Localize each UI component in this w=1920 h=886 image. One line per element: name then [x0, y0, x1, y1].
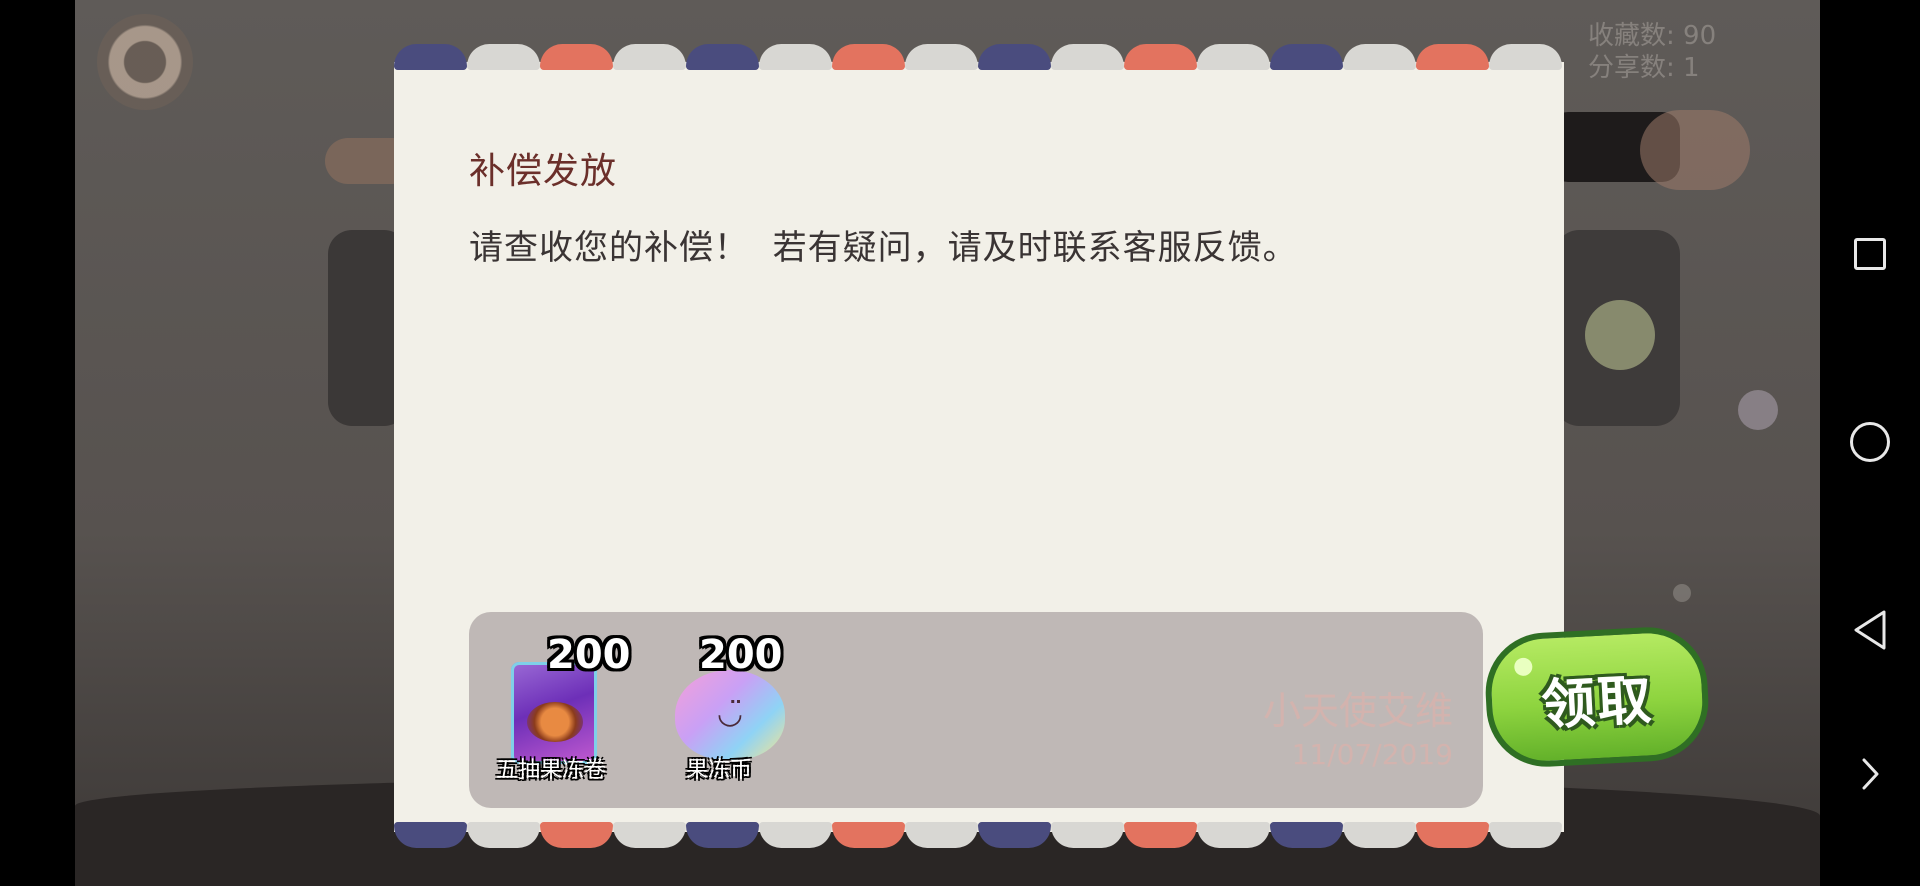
chat-bubble-icon — [1585, 300, 1655, 370]
reward-count: 200 — [547, 632, 631, 678]
back-button-blurred — [97, 14, 193, 110]
reward-name: 五抽果冻卷 — [495, 758, 606, 783]
android-nav-bar — [1820, 0, 1920, 886]
decor-dot — [1673, 584, 1691, 602]
mail-body: 请查收您的补偿！ 若有疑问，请及时联系客服反馈。 — [469, 228, 1298, 268]
attachments-panel: 200 五抽果冻卷 ◡̈ 200 果冻币 小天使艾维 11/07/2019 — [469, 612, 1483, 808]
background-tag — [1640, 110, 1750, 190]
reward-item-jelly-tickets[interactable]: 200 五抽果冻卷 — [481, 632, 631, 802]
claim-button[interactable]: 领取 — [1482, 624, 1712, 770]
profile-stats-blurred: 收藏数: 90 分享数: 1 — [1588, 20, 1716, 84]
mail-title: 补偿发放 — [469, 151, 618, 192]
mail-date: 11/07/2019 — [1291, 738, 1453, 771]
home-circle-icon[interactable] — [1820, 402, 1920, 482]
scallop-border-bottom — [394, 822, 1564, 848]
reward-name: 果冻币 — [685, 758, 752, 783]
scallop-border-top — [394, 44, 1564, 70]
mail-paper: 补偿发放 请查收您的补偿！ 若有疑问，请及时联系客服反馈。 200 五抽果冻卷 … — [394, 62, 1564, 832]
stat-line: 收藏数: 90 — [1588, 21, 1717, 51]
reward-count: 200 — [699, 632, 783, 678]
recents-square-icon[interactable] — [1820, 214, 1920, 294]
stat-line: 分享数: 1 — [1588, 53, 1700, 83]
chevron-right-icon[interactable] — [1820, 734, 1920, 814]
back-triangle-icon[interactable] — [1820, 590, 1920, 670]
claim-label: 领取 — [1539, 667, 1655, 737]
mail-dialog: 补偿发放 请查收您的补偿！ 若有疑问，请及时联系客服反馈。 200 五抽果冻卷 … — [394, 44, 1564, 848]
jelly-coin-icon: ◡̈ — [675, 670, 785, 760]
mail-sender: 小天使艾维 — [1262, 689, 1453, 733]
decor-dot — [1738, 390, 1778, 430]
reward-item-jelly-coins[interactable]: ◡̈ 200 果冻币 — [649, 632, 789, 802]
